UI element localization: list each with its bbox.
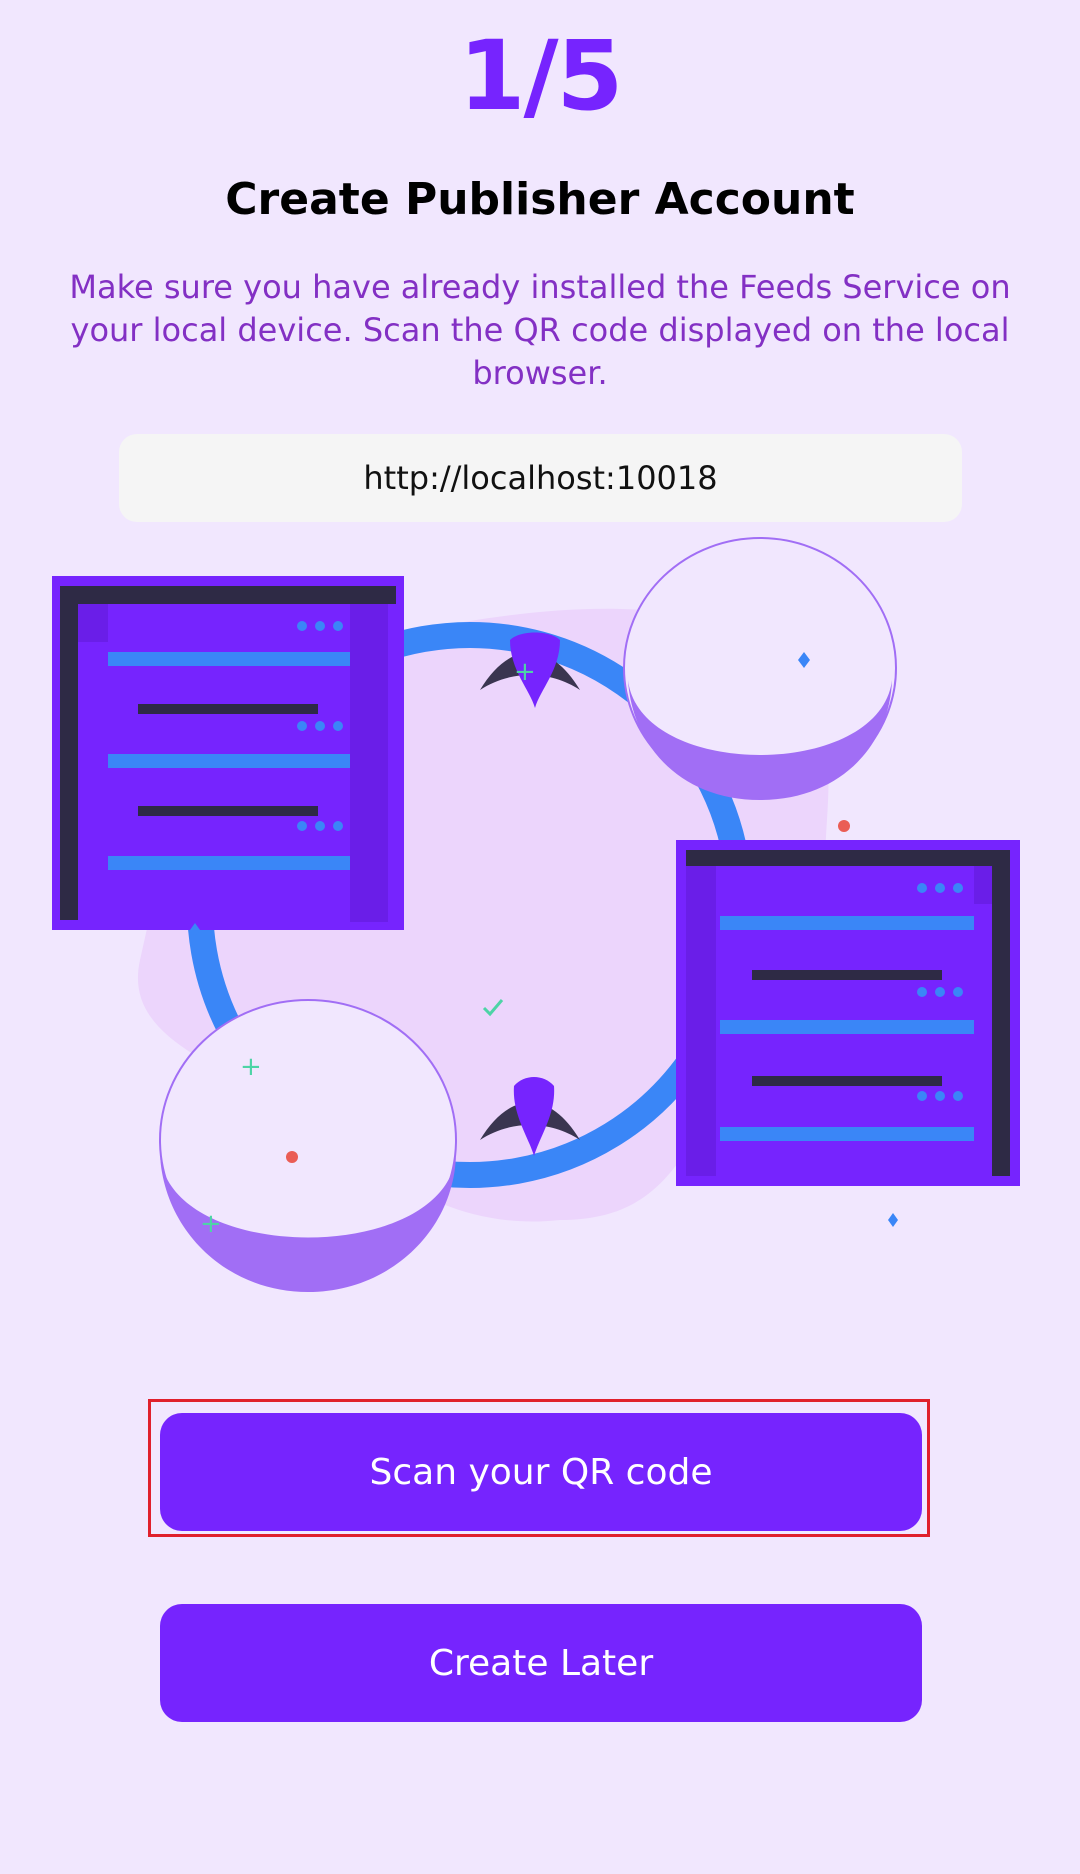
- scan-qr-button[interactable]: Scan your QR code: [160, 1413, 922, 1531]
- sync-illustration: + + +: [52, 537, 1020, 1292]
- svg-text:+: +: [200, 1209, 222, 1239]
- create-later-button[interactable]: Create Later: [160, 1604, 922, 1722]
- svg-text:+: +: [514, 657, 536, 687]
- instructions-text: Make sure you have already installed the…: [69, 268, 1011, 392]
- window-left: [52, 576, 404, 930]
- step-indicator: 1/5: [458, 20, 624, 132]
- window-right: [676, 840, 1020, 1186]
- svg-text:+: +: [240, 1052, 262, 1082]
- url-display: http://localhost:10018: [119, 434, 962, 522]
- sphere-top-right: [623, 537, 897, 800]
- page-title: Create Publisher Account: [225, 174, 855, 225]
- sphere-bottom-left: + +: [159, 999, 457, 1292]
